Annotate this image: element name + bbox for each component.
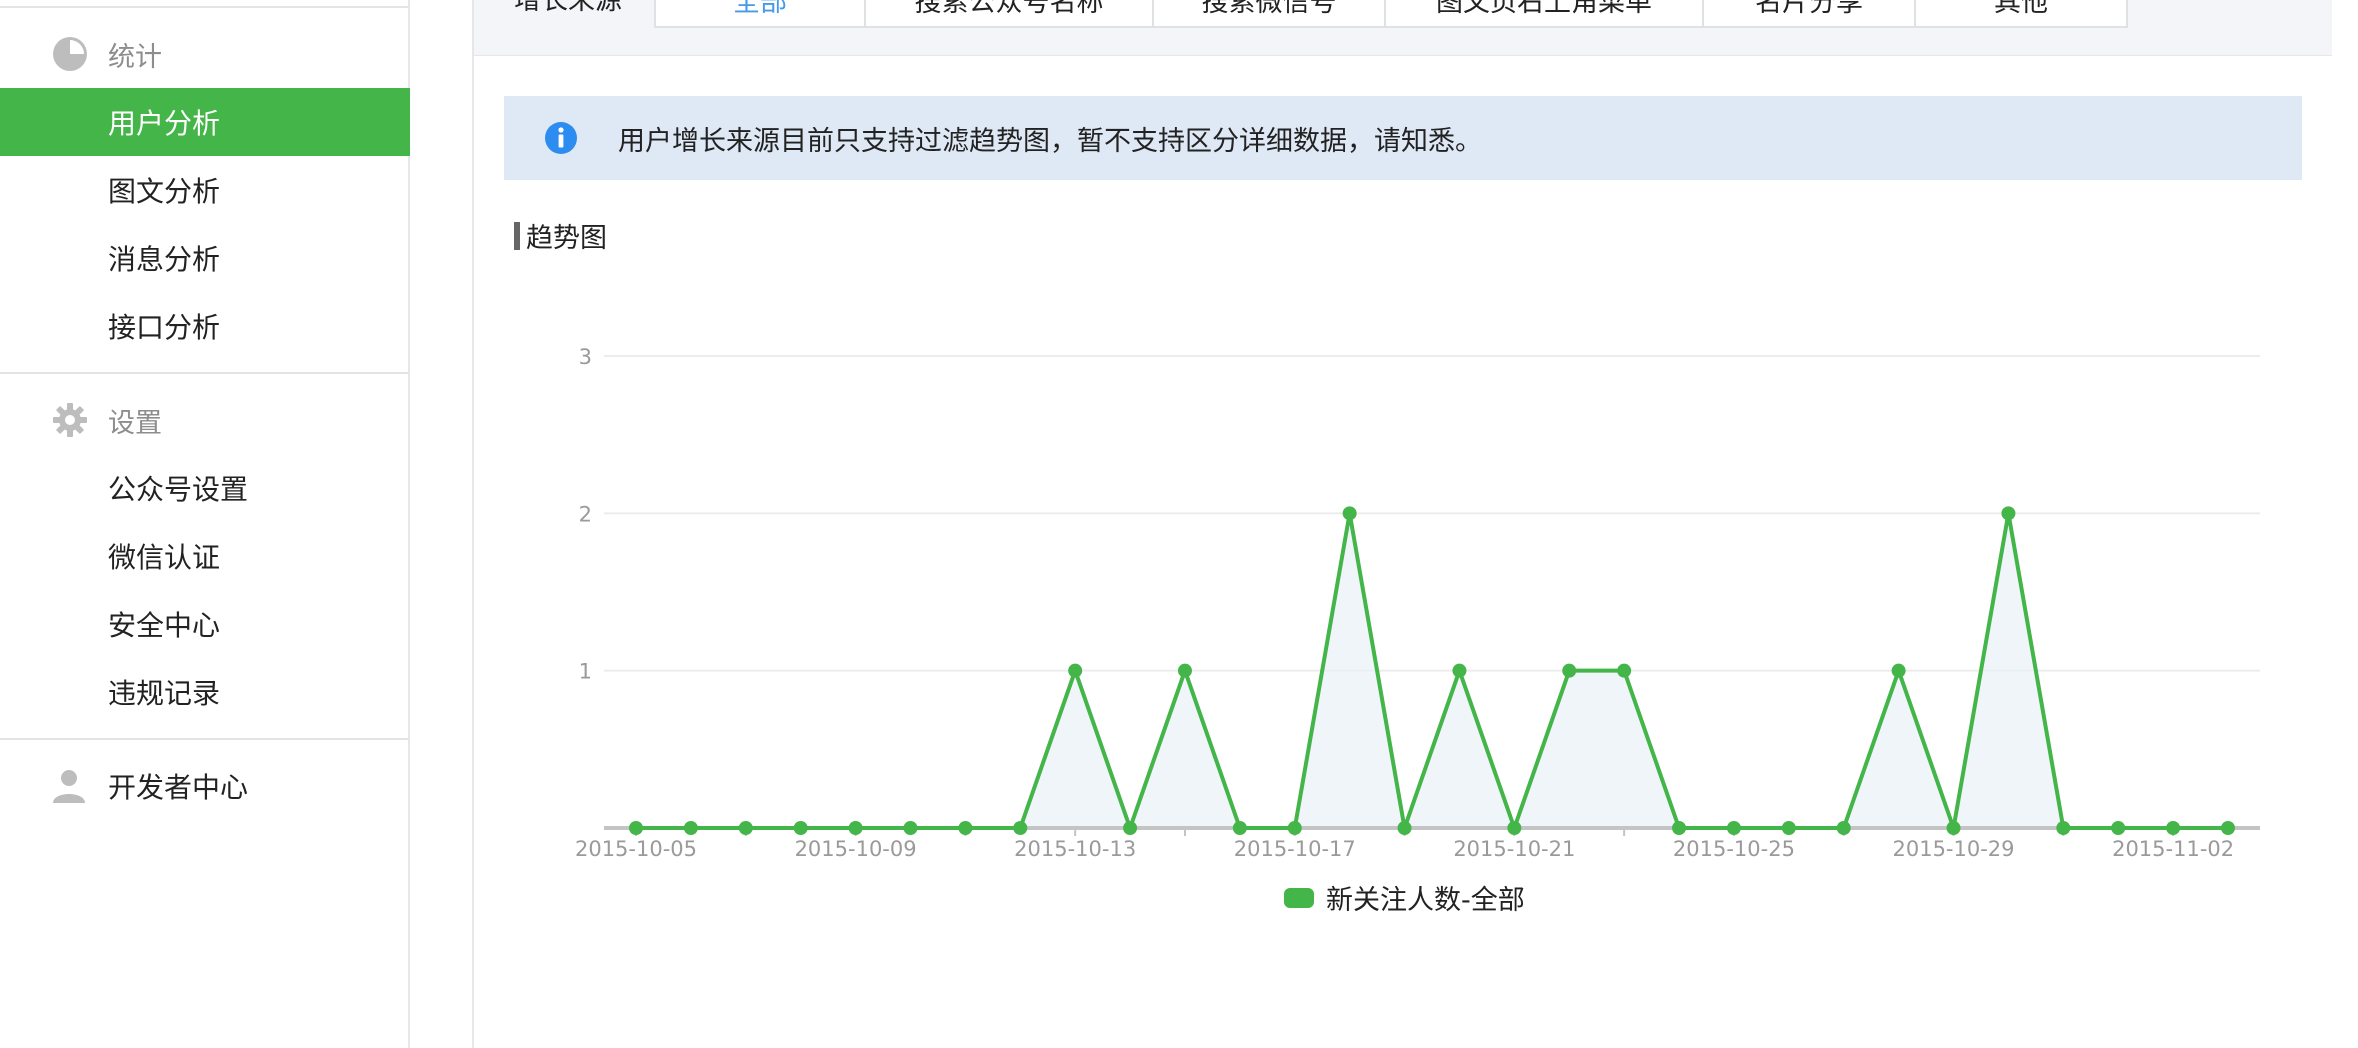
sidebar-group-stats: 统计 xyxy=(0,24,410,84)
tab-article-menu[interactable]: 图文页右上角菜单 xyxy=(1384,0,1704,28)
sidebar-divider xyxy=(0,6,410,8)
x-tick-label: 2015-10-25 xyxy=(1673,837,1795,861)
sidebar-item-violation-records[interactable]: 违规记录 xyxy=(0,658,410,726)
main-content: 增长来源 全部 搜索公众号名称 搜索微信号 图文页右上角菜单 名片分享 其他 用… xyxy=(472,0,2358,1048)
notice-text: 用户增长来源目前只支持过滤趋势图，暂不支持区分详细数据，请知悉。 xyxy=(618,125,1482,157)
data-point xyxy=(1452,663,1467,678)
sidebar-item-label: 接口分析 xyxy=(108,311,221,344)
data-point xyxy=(1232,821,1247,835)
data-point xyxy=(1617,663,1632,678)
growth-source-panel: 增长来源 全部 搜索公众号名称 搜索微信号 图文页右上角菜单 名片分享 其他 用… xyxy=(472,0,2332,1048)
info-notice: 用户增长来源目前只支持过滤趋势图，暂不支持区分详细数据，请知悉。 xyxy=(504,96,2302,180)
sidebar-group-settings: 设置 xyxy=(0,390,410,450)
data-point xyxy=(1781,821,1796,835)
data-point xyxy=(1287,821,1302,835)
tab-bar-title: 增长来源 xyxy=(514,0,622,16)
x-tick-label: 2015-10-09 xyxy=(795,837,917,861)
data-point xyxy=(1397,821,1412,835)
tab-bar: 增长来源 全部 搜索公众号名称 搜索微信号 图文页右上角菜单 名片分享 其他 xyxy=(474,0,2332,56)
tab-search-wechat-id[interactable]: 搜索微信号 xyxy=(1152,0,1386,28)
tab-label: 全部 xyxy=(733,0,787,18)
tab-other[interactable]: 其他 xyxy=(1914,0,2128,28)
section-title: 趋势图 xyxy=(514,216,607,255)
sidebar-item-label: 图文分析 xyxy=(108,175,221,208)
tab-label: 其他 xyxy=(1994,0,2048,18)
data-point xyxy=(738,821,753,835)
data-point xyxy=(1726,821,1741,835)
trend-chart: 1 2 3 2015-10-05 2015-10-09 2015-10-13 2015-10… xyxy=(575,345,2260,861)
data-point xyxy=(2221,821,2235,835)
sidebar-item-message-analysis[interactable]: 消息分析 xyxy=(0,224,410,292)
tab-search-account-name[interactable]: 搜索公众号名称 xyxy=(864,0,1154,28)
sidebar-item-label: 安全中心 xyxy=(108,609,221,642)
gear-icon xyxy=(53,403,87,437)
sidebar-item-wechat-verify[interactable]: 微信认证 xyxy=(0,522,410,590)
data-point xyxy=(629,821,643,835)
data-point xyxy=(2001,506,2016,521)
y-tick-label: 2 xyxy=(579,502,592,526)
tab-card-share[interactable]: 名片分享 xyxy=(1702,0,1916,28)
sidebar-item-user-analysis[interactable]: 用户分析 xyxy=(0,88,410,156)
data-point xyxy=(1342,506,1357,521)
data-point xyxy=(1891,663,1906,678)
data-point xyxy=(2166,821,2181,835)
tab-all[interactable]: 全部 xyxy=(654,0,866,28)
data-point xyxy=(903,821,918,835)
x-tick-label: 2015-10-17 xyxy=(1234,837,1356,861)
tab-label: 搜索微信号 xyxy=(1201,0,1337,18)
sidebar-item-account-settings[interactable]: 公众号设置 xyxy=(0,454,410,522)
data-point xyxy=(1013,821,1028,835)
sidebar: 统计 用户分析 图文分析 消息分析 接口分析 设置 公众号设置 微信认证 安全中… xyxy=(0,0,410,1048)
data-point xyxy=(1507,821,1522,835)
sidebar-divider xyxy=(0,372,410,374)
section-title-text: 趋势图 xyxy=(526,223,607,254)
sidebar-item-developer-center[interactable]: 开发者中心 xyxy=(0,752,410,820)
data-point xyxy=(1836,821,1851,835)
y-tick-label: 3 xyxy=(579,345,592,369)
sidebar-item-label: 微信认证 xyxy=(108,541,221,574)
data-point xyxy=(683,821,698,835)
tab-label: 搜索公众号名称 xyxy=(914,0,1104,18)
x-tick-label: 2015-10-21 xyxy=(1453,837,1575,861)
x-tick-label: 2015-11-02 xyxy=(2112,837,2234,861)
x-tick-label: 2015-10-29 xyxy=(1892,837,2014,861)
data-point xyxy=(1672,821,1687,835)
data-point xyxy=(1068,663,1083,678)
data-point xyxy=(848,821,863,835)
tab-label: 名片分享 xyxy=(1755,0,1863,18)
data-point xyxy=(1562,663,1577,678)
pie-chart-icon xyxy=(53,37,87,71)
sidebar-item-label: 消息分析 xyxy=(108,243,221,276)
x-tick-label: 2015-10-13 xyxy=(1014,837,1136,861)
data-point xyxy=(793,821,808,835)
tab-label: 图文页右上角菜单 xyxy=(1436,0,1652,18)
data-point xyxy=(1946,821,1961,835)
data-point xyxy=(2111,821,2126,835)
sidebar-divider xyxy=(0,738,410,740)
y-tick-label: 1 xyxy=(579,660,592,684)
x-tick-label: 2015-10-05 xyxy=(575,837,697,861)
sidebar-group-label: 设置 xyxy=(108,407,162,439)
sidebar-item-label: 用户分析 xyxy=(108,107,221,140)
data-point xyxy=(958,821,973,835)
sidebar-item-label: 公众号设置 xyxy=(108,473,249,506)
sidebar-item-api-analysis[interactable]: 接口分析 xyxy=(0,292,410,360)
sidebar-item-label: 开发者中心 xyxy=(108,771,249,804)
data-point xyxy=(1123,821,1138,835)
chart-legend[interactable]: 新关注人数-全部 xyxy=(1284,878,1525,917)
sidebar-group-label: 统计 xyxy=(108,41,162,73)
data-point xyxy=(2056,821,2071,835)
sidebar-item-label: 违规记录 xyxy=(108,677,221,710)
sidebar-item-article-analysis[interactable]: 图文分析 xyxy=(0,156,410,224)
user-icon xyxy=(53,770,85,803)
sidebar-item-security-center[interactable]: 安全中心 xyxy=(0,590,410,658)
legend-label: 新关注人数-全部 xyxy=(1326,885,1525,916)
section-title-bar xyxy=(514,221,520,250)
data-point xyxy=(1177,663,1192,678)
info-icon xyxy=(545,122,577,154)
legend-swatch xyxy=(1284,887,1314,908)
